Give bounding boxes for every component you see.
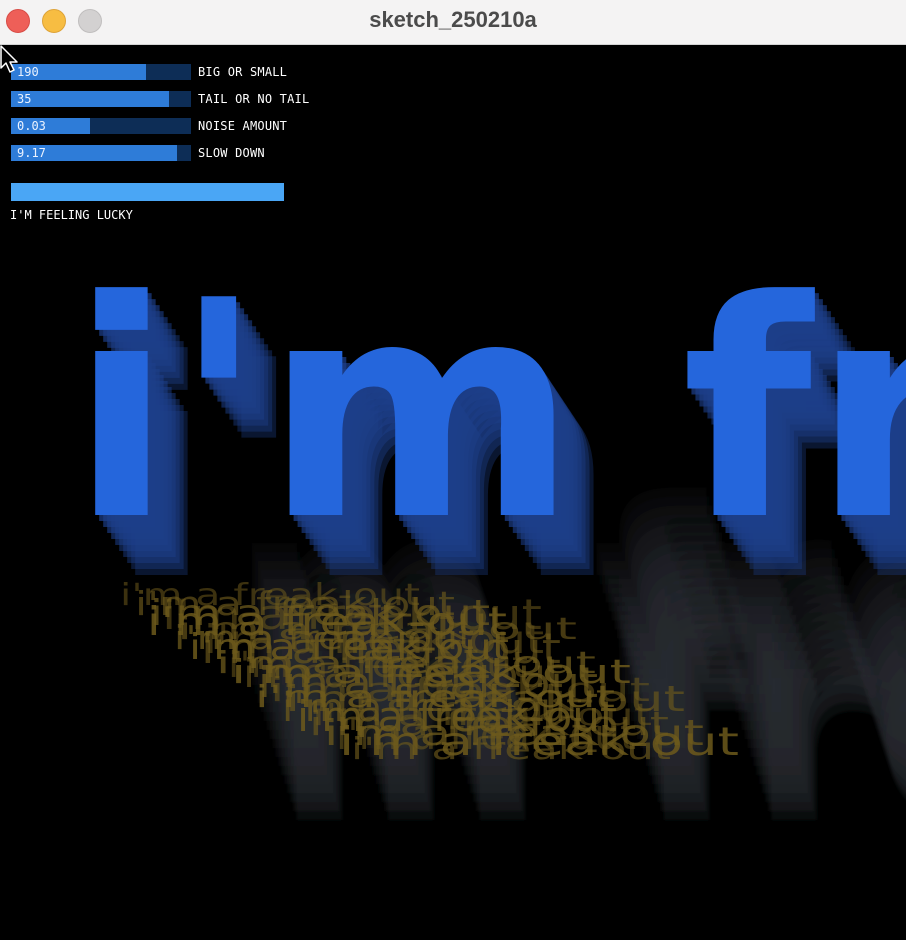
title-bar: sketch_250210a bbox=[0, 0, 906, 45]
slider-slow-down[interactable]: 9.17 bbox=[11, 145, 191, 161]
app-window: sketch_250210a m fream fream fream fream… bbox=[0, 0, 906, 940]
artwork: m fream fream fream fream fream fream fr… bbox=[70, 237, 906, 882]
slider-label: BIG OR SMALL bbox=[198, 65, 288, 79]
feeling-lucky-label: I'M FEELING LUCKY bbox=[10, 208, 133, 222]
window-title: sketch_250210a bbox=[369, 7, 537, 32]
slider-label: SLOW DOWN bbox=[198, 146, 265, 160]
slider-noise-amount[interactable]: 0.03 bbox=[11, 118, 191, 134]
sketch-canvas[interactable]: m fream fream fream fream fream fream fr… bbox=[0, 45, 906, 940]
scribble-text-layer: i'm a freak-out bbox=[351, 732, 671, 767]
slider-value: 35 bbox=[17, 92, 32, 106]
slider-label: TAIL OR NO TAIL bbox=[198, 92, 310, 106]
slider-big-or-small[interactable]: 190 bbox=[11, 64, 191, 80]
slider-label: NOISE AMOUNT bbox=[198, 119, 288, 133]
slider-value: 0.03 bbox=[17, 119, 46, 133]
slider-tail-or-no-tail[interactable]: 35 bbox=[11, 91, 191, 107]
slider-value: 9.17 bbox=[17, 146, 46, 160]
mouse-cursor-icon bbox=[0, 45, 18, 73]
slider-fill bbox=[11, 91, 170, 107]
main-text: i'm fre bbox=[70, 237, 906, 586]
feeling-lucky-button[interactable] bbox=[11, 183, 284, 201]
